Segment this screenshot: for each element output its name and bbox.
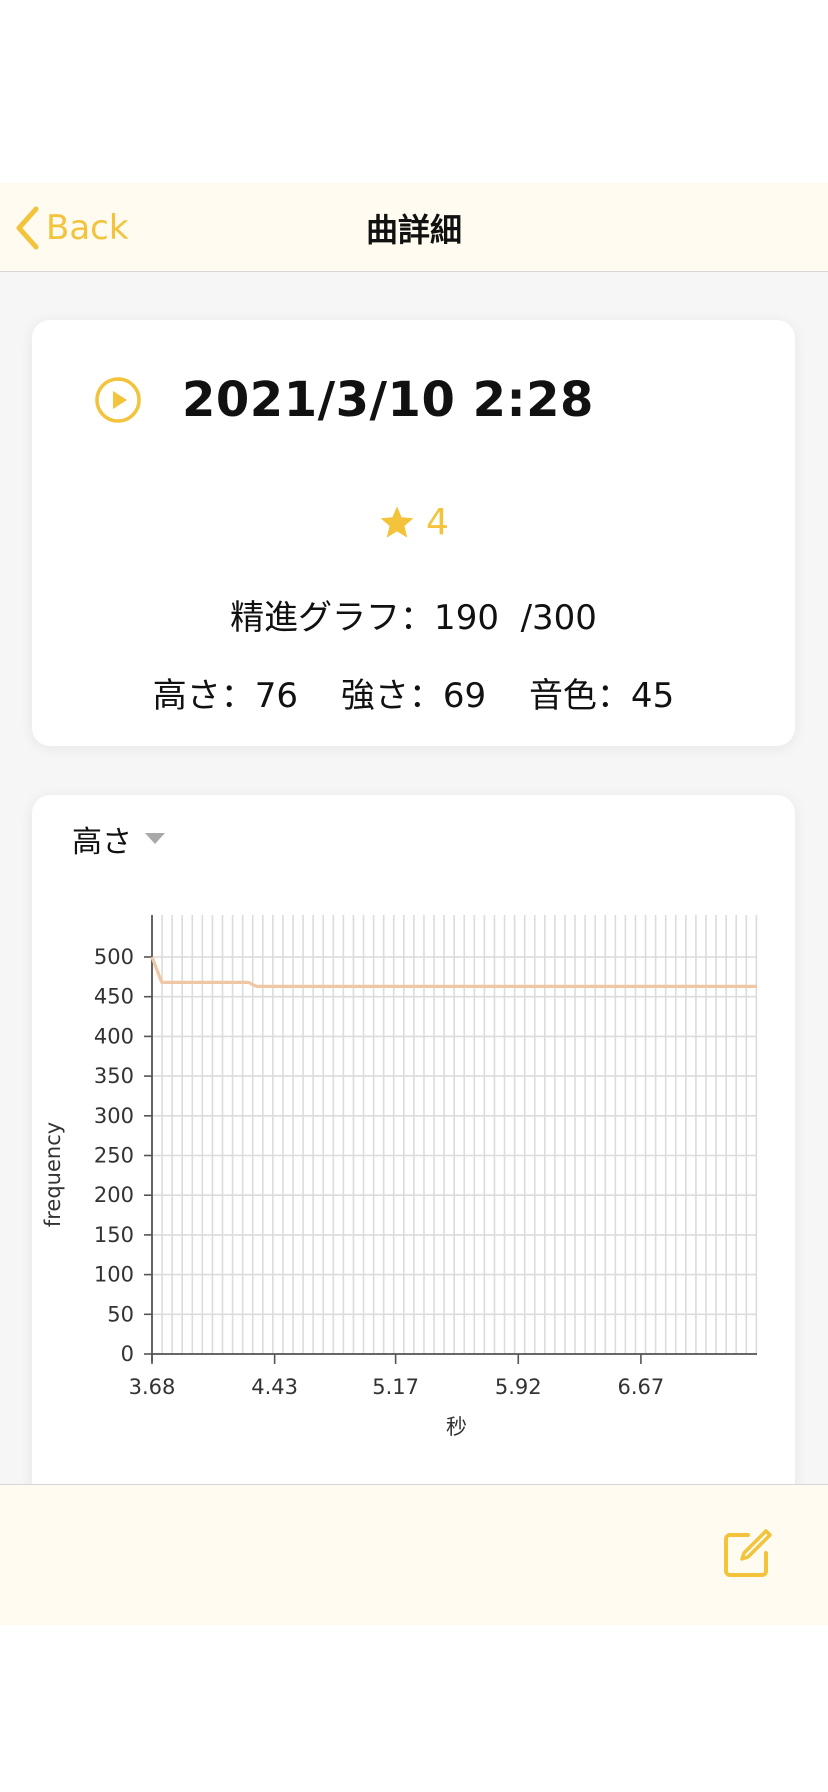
y-tick-label: 0 bbox=[121, 1342, 134, 1366]
rating: 4 bbox=[32, 502, 795, 543]
x-tick-label: 3.68 bbox=[129, 1375, 176, 1399]
x-tick-label: 5.92 bbox=[495, 1375, 542, 1399]
bottom-toolbar bbox=[0, 1484, 828, 1625]
y-tick-label: 250 bbox=[94, 1144, 134, 1168]
y-tick-label: 150 bbox=[94, 1223, 134, 1247]
status-bar-area bbox=[0, 0, 828, 183]
home-indicator-area bbox=[0, 1625, 828, 1792]
graph-card: 高さ 0 50 100 150 200 250 300 350 400 450 500 3.68 4.4… bbox=[32, 795, 795, 1515]
edit-icon[interactable] bbox=[722, 1527, 774, 1579]
x-tick-label: 4.43 bbox=[251, 1375, 298, 1399]
y-tick-label: 100 bbox=[94, 1263, 134, 1287]
metrics-row: 高さ：76 強さ：69 音色：45 bbox=[32, 668, 795, 717]
y-axis-label: frequency bbox=[41, 1122, 65, 1227]
y-tick-label: 350 bbox=[94, 1064, 134, 1088]
rating-value: 4 bbox=[426, 502, 449, 543]
y-tick-label: 450 bbox=[94, 985, 134, 1009]
metric-dropdown-label: 高さ bbox=[72, 825, 132, 860]
summary-card: 2021/3/10 2:28 4 精進グラフ：190 /300 高さ：76 強さ… bbox=[32, 320, 795, 746]
y-tick-label: 300 bbox=[94, 1104, 134, 1128]
metric-strength: 強さ：69 bbox=[340, 676, 487, 716]
x-tick-label: 6.67 bbox=[618, 1375, 665, 1399]
y-tick-label: 50 bbox=[107, 1302, 134, 1326]
x-tick-label: 5.17 bbox=[372, 1375, 419, 1399]
frequency-chart: 0 50 100 150 200 250 300 350 400 450 500 3.68 4.43 5.… bbox=[41, 915, 758, 1439]
x-axis-label: 秒 bbox=[446, 1415, 467, 1439]
recording-title: 2021/3/10 2:28 bbox=[182, 372, 594, 428]
metric-pitch: 高さ：76 bbox=[152, 676, 299, 716]
navigation-bar: Back 曲詳細 bbox=[0, 183, 828, 272]
metric-timbre: 音色：45 bbox=[528, 676, 675, 716]
y-tick-label: 400 bbox=[94, 1024, 134, 1048]
content-area: 2021/3/10 2:28 4 精進グラフ：190 /300 高さ：76 強さ… bbox=[0, 272, 828, 1515]
chevron-down-icon bbox=[145, 833, 165, 844]
y-tick-label: 500 bbox=[94, 945, 134, 969]
metric-dropdown[interactable]: 高さ bbox=[72, 817, 166, 861]
y-tick-label: 200 bbox=[94, 1183, 134, 1207]
page-title: 曲詳細 bbox=[365, 211, 462, 249]
progress-score: 精進グラフ：190 /300 bbox=[230, 598, 597, 638]
play-icon[interactable] bbox=[94, 376, 142, 424]
star-icon bbox=[380, 505, 414, 538]
